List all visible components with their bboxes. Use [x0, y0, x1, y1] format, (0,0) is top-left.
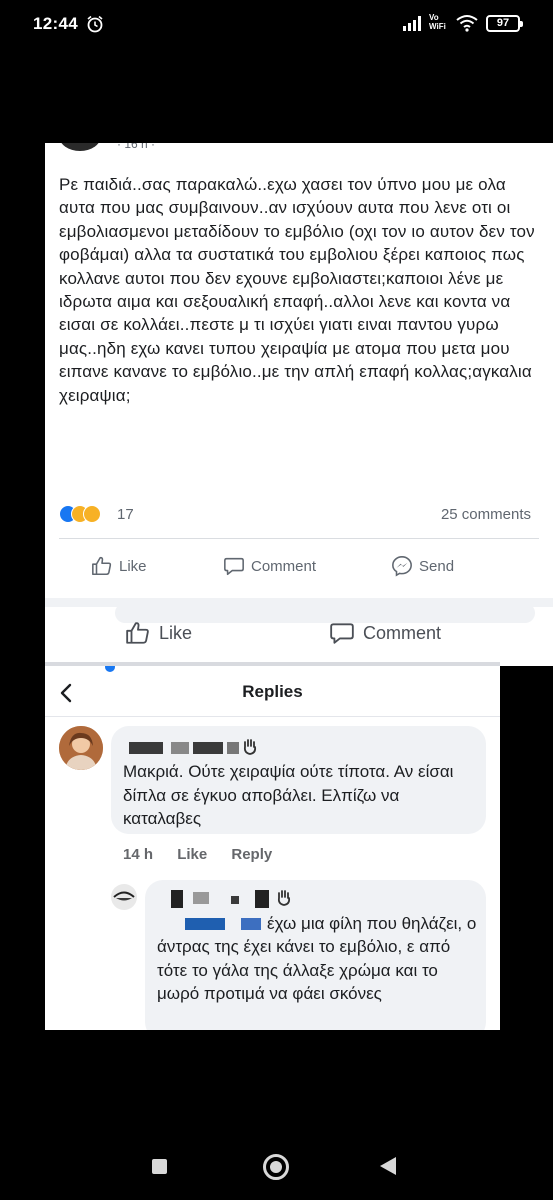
comment-bubble-icon [224, 557, 244, 576]
status-bar: 12:44 Vo WiFi 97 [0, 0, 553, 48]
censored-name [227, 742, 239, 754]
post-action-row: Like Comment Send [45, 548, 553, 584]
comment-button-2[interactable]: Comment [329, 613, 441, 653]
post-card: · 16 h · Ρε παιδιά..σας παρακαλώ..εχω χα… [45, 143, 553, 666]
post-meta: · 16 h · [117, 143, 156, 151]
home-button[interactable] [263, 1154, 289, 1180]
comment-bubble-icon [330, 623, 354, 644]
post-text: Ρε παιδιά..σας παρακαλώ..εχω χασει τον ύ… [59, 175, 535, 405]
eye-avatar-icon [113, 891, 135, 901]
reply2-bubble: έχω μια φίλη που θηλάζει, ο άντρας της έ… [145, 880, 486, 1030]
back-button[interactable] [380, 1157, 396, 1175]
censored-name [193, 742, 223, 754]
like-button-2[interactable]: Like [125, 613, 192, 653]
reply1-like-link[interactable]: Like [177, 846, 207, 863]
reply1-time: 14 h [123, 846, 154, 863]
navigation-bar [0, 1130, 553, 1200]
battery-indicator: 97 [486, 15, 523, 32]
alarm-icon [87, 15, 103, 33]
like-label-2: Like [159, 622, 193, 643]
post-author-avatar[interactable] [59, 143, 101, 151]
censored-name [255, 890, 269, 908]
reply1-reply-link[interactable]: Reply [231, 846, 272, 863]
person-photo-icon [59, 726, 103, 770]
bottom-action-row: Like Comment [45, 613, 553, 653]
reply1-avatar[interactable] [59, 726, 103, 770]
replies-title: Replies [242, 682, 303, 701]
wifi-label: WiFi [429, 22, 446, 31]
vowifi-label: Vo WiFi [429, 13, 446, 31]
like-button[interactable]: Like [91, 548, 147, 584]
messenger-send-icon [392, 556, 412, 577]
recents-button[interactable] [152, 1159, 167, 1174]
vo-label: Vo [429, 13, 439, 22]
reply2-text: έχω μια φίλη που θηλάζει, ο άντρας της έ… [157, 914, 477, 1003]
post-header: · 16 h · [45, 143, 553, 163]
divider [59, 538, 539, 539]
hand-wave-icon [277, 890, 291, 906]
reply1-bubble: Μακριά. Ούτε χειραψία ούτε τίποτα. Αν εί… [111, 726, 486, 834]
like-thumb-icon [92, 556, 112, 576]
signal-icon [403, 16, 421, 31]
like-thumb-icon [126, 622, 149, 644]
hand-wave-icon [243, 739, 257, 755]
censored-name [231, 896, 239, 904]
comment-button[interactable]: Comment [223, 548, 316, 584]
status-time: 12:44 [33, 14, 78, 33]
send-button[interactable]: Send [391, 548, 454, 584]
send-label: Send [419, 557, 455, 575]
cropped-reaction-dots [105, 666, 115, 672]
divider [45, 716, 500, 717]
reply2-avatar[interactable] [111, 884, 137, 910]
reaction-count: 17 [117, 506, 134, 523]
reply1-meta: 14 h Like Reply [123, 846, 292, 863]
censored-name [171, 890, 183, 908]
censored-name [193, 892, 209, 904]
comment-label-2: Comment [363, 622, 442, 643]
wifi-icon [456, 15, 478, 32]
censored-name [129, 742, 163, 754]
like-label: Like [119, 557, 147, 575]
replies-card: Replies Μακριά. Ούτε χειραψία ούτε τίποτ… [45, 662, 500, 1030]
censored-name [171, 742, 189, 754]
reply1-text: Μακριά. Ούτε χειραψία ούτε τίποτα. Αν εί… [123, 762, 454, 828]
comment-label: Comment [251, 557, 317, 575]
wow-reaction-icon [83, 505, 101, 523]
comments-count[interactable]: 25 comments [441, 506, 531, 523]
